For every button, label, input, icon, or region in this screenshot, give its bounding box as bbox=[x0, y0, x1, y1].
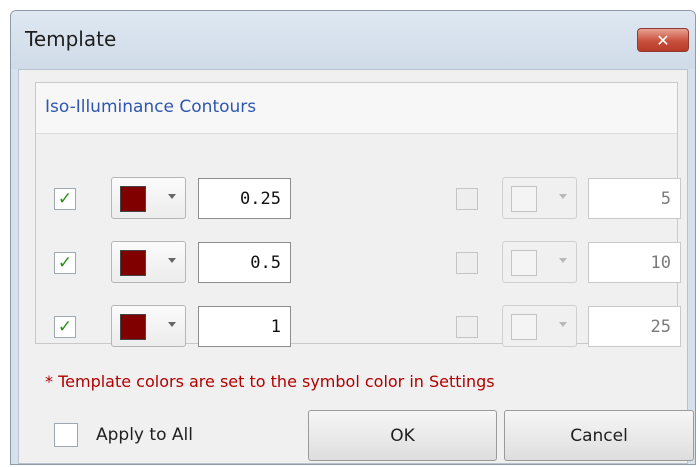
group-header: Iso-Illuminance Contours bbox=[36, 83, 677, 134]
ok-button[interactable]: OK bbox=[308, 410, 497, 461]
chevron-down-icon bbox=[559, 322, 567, 327]
template-color-note: * Template colors are set to the symbol … bbox=[45, 372, 495, 391]
color-swatch bbox=[511, 186, 537, 212]
color-swatch bbox=[120, 186, 146, 212]
color-picker-1[interactable] bbox=[111, 177, 186, 219]
chevron-down-icon bbox=[559, 194, 567, 199]
chevron-down-icon bbox=[559, 258, 567, 263]
chevron-down-icon bbox=[168, 322, 176, 327]
contour-checkbox-6[interactable] bbox=[456, 316, 478, 338]
color-swatch bbox=[120, 250, 146, 276]
contour-checkbox-2[interactable]: ✓ bbox=[54, 252, 76, 274]
color-picker-3[interactable] bbox=[111, 305, 186, 347]
color-picker-4[interactable] bbox=[502, 177, 577, 219]
contours-group: Iso-Illuminance Contours ✓ ✓ ✓ bbox=[35, 82, 681, 347]
contour-value-input-2[interactable] bbox=[198, 242, 291, 283]
checkmark-icon: ✓ bbox=[57, 316, 73, 337]
checkmark-icon: ✓ bbox=[57, 252, 73, 273]
apply-to-all-label[interactable]: Apply to All bbox=[96, 425, 193, 445]
title-bar[interactable]: Template ✕ bbox=[11, 11, 695, 69]
checkmark-icon: ✓ bbox=[57, 188, 73, 209]
group-title: Iso-Illuminance Contours bbox=[45, 97, 257, 117]
apply-to-all-checkbox[interactable] bbox=[54, 423, 78, 447]
color-swatch bbox=[511, 314, 537, 340]
chevron-down-icon bbox=[168, 258, 176, 263]
color-picker-5[interactable] bbox=[502, 241, 577, 283]
contour-checkbox-5[interactable] bbox=[456, 252, 478, 274]
template-dialog: Template ✕ Iso-Illuminance Contours ✓ ✓ bbox=[10, 10, 696, 465]
dialog-body: Iso-Illuminance Contours ✓ ✓ ✓ bbox=[18, 69, 694, 464]
contour-checkbox-3[interactable]: ✓ bbox=[54, 316, 76, 338]
close-button[interactable]: ✕ bbox=[637, 28, 689, 52]
color-picker-6[interactable] bbox=[502, 305, 577, 347]
close-icon: ✕ bbox=[656, 30, 670, 50]
cancel-button[interactable]: Cancel bbox=[504, 410, 694, 461]
contour-value-input-4[interactable] bbox=[588, 178, 681, 219]
contour-value-input-6[interactable] bbox=[588, 306, 681, 347]
color-swatch bbox=[120, 314, 146, 340]
color-picker-2[interactable] bbox=[111, 241, 186, 283]
chevron-down-icon bbox=[168, 194, 176, 199]
color-swatch bbox=[511, 250, 537, 276]
contour-checkbox-4[interactable] bbox=[456, 188, 478, 210]
contour-value-input-5[interactable] bbox=[588, 242, 681, 283]
dialog-title: Template bbox=[25, 27, 117, 51]
contour-value-input-3[interactable] bbox=[198, 306, 291, 347]
contour-checkbox-1[interactable]: ✓ bbox=[54, 188, 76, 210]
contour-value-input-1[interactable] bbox=[198, 178, 291, 219]
